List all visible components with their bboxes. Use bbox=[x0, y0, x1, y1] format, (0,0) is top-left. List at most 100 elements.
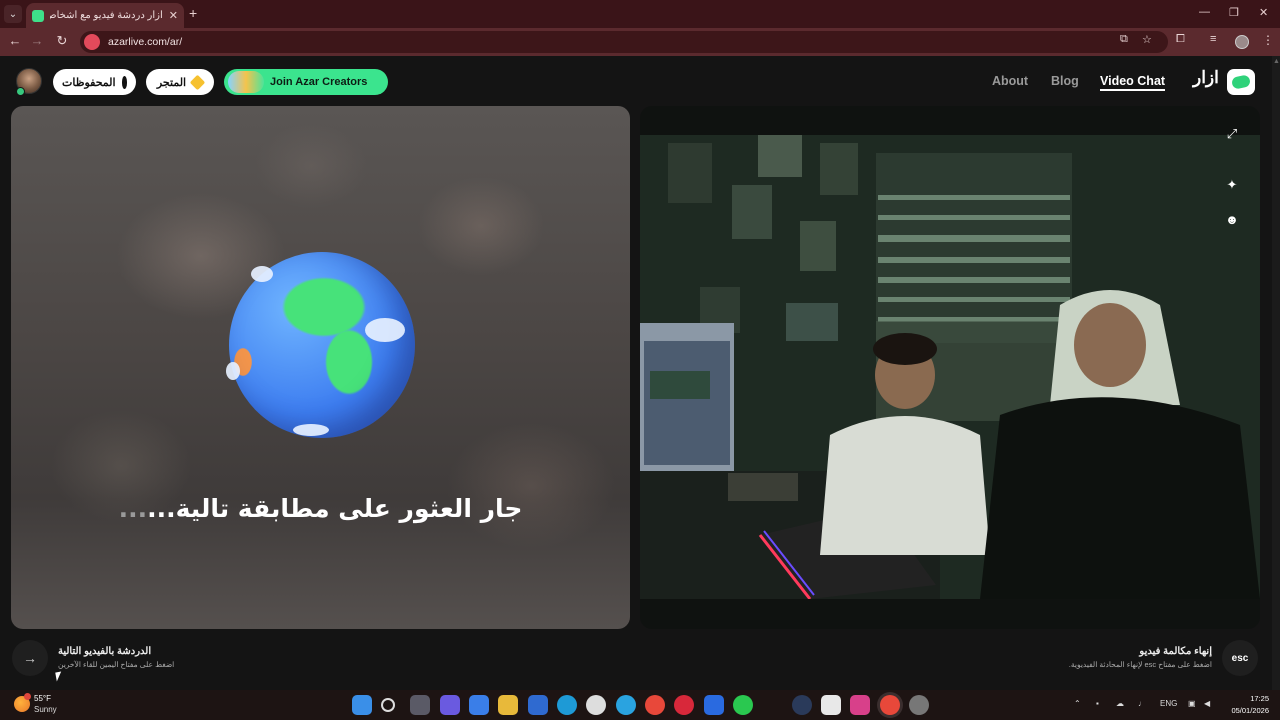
saved-label: المحفوظات bbox=[62, 76, 116, 89]
chrome-active-icon[interactable] bbox=[880, 695, 900, 715]
chrome-icon[interactable] bbox=[645, 695, 665, 715]
tab-title: أزار دردشة فيديو مع أشخاص bbox=[50, 10, 163, 21]
browser-tab-bar: ⌄ أزار دردشة فيديو مع أشخاص ✕ + — ❐ ✕ bbox=[0, 0, 1280, 28]
weather-condition[interactable]: Sunny bbox=[34, 705, 57, 714]
scroll-up-icon[interactable]: ▲ bbox=[1273, 58, 1280, 66]
start-icon[interactable] bbox=[352, 695, 372, 715]
teams-icon[interactable] bbox=[440, 695, 460, 715]
clock-time: 17:25 bbox=[1250, 694, 1269, 703]
self-video-panel: ⤢ ✦ ☻ bbox=[640, 106, 1260, 629]
chatgpt-icon[interactable] bbox=[586, 695, 606, 715]
add-app-icon[interactable] bbox=[821, 695, 841, 715]
effects-sparkle-icon[interactable]: ✦ bbox=[1224, 177, 1240, 193]
store-button[interactable]: المتجر bbox=[146, 69, 214, 95]
steam-icon[interactable] bbox=[792, 695, 812, 715]
window-close-icon[interactable]: ✕ bbox=[1259, 6, 1268, 19]
store-label: المتجر bbox=[156, 76, 187, 89]
cloud-icon bbox=[365, 318, 405, 342]
file-explorer-icon[interactable] bbox=[498, 695, 518, 715]
webcam-scene bbox=[640, 135, 1260, 599]
pinterest-icon[interactable] bbox=[674, 695, 694, 715]
matching-status-text: جار العثور على مطابقة تالية bbox=[175, 494, 523, 523]
edge-icon[interactable] bbox=[557, 695, 577, 715]
end-call-hint: إنهاء مكالمة فيديو اضغط على مفتاح esc لإ… bbox=[1052, 646, 1212, 669]
temperature[interactable]: 55°F bbox=[34, 694, 51, 703]
weather-alert-badge bbox=[24, 693, 31, 700]
windows-taskbar: 55°F Sunny ⌃ ▪ ☁ ♩ ENG ▣ ◀ 17:25 05/01/2… bbox=[0, 690, 1280, 720]
loading-dots-faded: ... bbox=[118, 494, 148, 523]
forward-icon[interactable]: → bbox=[28, 33, 46, 48]
join-creators-button[interactable]: Join Azar Creators bbox=[224, 69, 388, 95]
tab-search-icon[interactable]: ⌄ bbox=[4, 5, 22, 23]
back-icon[interactable]: ← bbox=[6, 33, 24, 48]
matching-panel: جار العثور على مطابقة تالية...... bbox=[11, 106, 630, 629]
search-icon[interactable] bbox=[381, 698, 395, 712]
arrow-right-icon: → bbox=[23, 650, 37, 666]
azar-favicon-icon bbox=[32, 9, 44, 22]
saved-button[interactable]: المحفوظات bbox=[53, 69, 136, 95]
bookmark-star-icon[interactable]: ☆ bbox=[1142, 33, 1152, 46]
install-app-icon[interactable]: ⧉ bbox=[1120, 33, 1128, 46]
volume-icon[interactable]: ◀ bbox=[1204, 699, 1210, 708]
dropbox-icon[interactable] bbox=[704, 695, 724, 715]
onedrive-icon[interactable]: ☁ bbox=[1116, 699, 1124, 708]
azar-logo-icon[interactable] bbox=[1227, 69, 1255, 95]
copilot-icon[interactable] bbox=[469, 695, 489, 715]
cloud-icon bbox=[251, 266, 273, 282]
face-filter-icon[interactable]: ☻ bbox=[1224, 212, 1240, 228]
nav-blog[interactable]: Blog bbox=[1051, 74, 1079, 88]
browser-toolbar: ← → ↻ azarlive.com/ar/ ⧉ ☆ ⧠ ≡ bbox=[0, 28, 1280, 56]
creators-emblem-icon bbox=[228, 71, 264, 93]
expand-icon[interactable]: ⤢ bbox=[1224, 126, 1240, 142]
tray-app-icon[interactable]: ▪ bbox=[1096, 699, 1099, 708]
cloud-icon bbox=[226, 362, 240, 380]
matching-status: جار العثور على مطابقة تالية...... bbox=[11, 494, 630, 523]
profile-avatar[interactable] bbox=[1235, 35, 1249, 49]
address-bar[interactable]: azarlive.com/ar/ bbox=[80, 31, 1168, 53]
restore-icon[interactable]: ❐ bbox=[1229, 6, 1239, 19]
creators-label: Join Azar Creators bbox=[270, 76, 368, 88]
nav-about[interactable]: About bbox=[992, 74, 1028, 88]
store-app-icon[interactable] bbox=[528, 695, 548, 715]
loading-dots: ... bbox=[147, 494, 176, 523]
nav-video-chat[interactable]: Video Chat bbox=[1100, 74, 1166, 91]
page-scrollbar[interactable]: ▲ bbox=[1272, 56, 1280, 690]
tray-chevron-icon[interactable]: ⌃ bbox=[1074, 699, 1081, 708]
gem-icon bbox=[189, 74, 206, 90]
browser-menu-icon[interactable]: ⋮ bbox=[1262, 33, 1274, 47]
next-chat-button[interactable]: → bbox=[12, 640, 48, 676]
reload-icon[interactable]: ↻ bbox=[53, 33, 71, 49]
chrome-profile-icon[interactable] bbox=[909, 695, 929, 715]
end-call-button[interactable]: esc bbox=[1222, 640, 1258, 676]
media-controls-icon[interactable]: ≡ bbox=[1210, 33, 1216, 45]
end-call-subtitle: اضغط على مفتاح esc لإنهاء المحادثة الفيد… bbox=[1068, 660, 1212, 669]
network-icon[interactable]: ▣ bbox=[1188, 699, 1196, 708]
extensions-icon[interactable]: ⧠ bbox=[1176, 33, 1185, 46]
url-text[interactable]: azarlive.com/ar/ bbox=[108, 36, 182, 48]
site-info-icon[interactable] bbox=[84, 34, 100, 50]
minimize-icon[interactable]: — bbox=[1199, 6, 1210, 18]
azar-page: ▲ المحفوظات المتجر Join Azar Creators Ab… bbox=[0, 56, 1280, 690]
end-call-title: إنهاء مكالمة فيديو bbox=[1139, 646, 1212, 657]
online-status-icon bbox=[16, 87, 25, 96]
language-indicator[interactable]: ENG bbox=[1160, 699, 1177, 708]
task-view-icon[interactable] bbox=[410, 695, 430, 715]
telegram-icon[interactable] bbox=[616, 695, 636, 715]
whatsapp-icon[interactable] bbox=[733, 695, 753, 715]
new-tab-icon[interactable]: + bbox=[189, 5, 197, 21]
clock-date: 05/01/2026 bbox=[1231, 706, 1269, 715]
history-clock-icon bbox=[121, 75, 130, 89]
webcam-video bbox=[640, 135, 1260, 599]
browser-tab[interactable]: أزار دردشة فيديو مع أشخاص ✕ bbox=[26, 3, 184, 28]
next-chat-subtitle: اضغط على مفتاح اليمين للقاء الآخرين bbox=[58, 660, 175, 669]
tab-close-icon[interactable]: ✕ bbox=[169, 9, 178, 22]
next-chat-hint: الدردشة بالفيديو التالية اضغط على مفتاح … bbox=[58, 646, 208, 669]
next-chat-title: الدردشة بالفيديو التالية bbox=[58, 646, 152, 657]
system-clock[interactable]: 17:25 05/01/2026 bbox=[1225, 693, 1269, 717]
instagram-icon[interactable] bbox=[850, 695, 870, 715]
microphone-icon[interactable]: ♩ bbox=[1138, 699, 1146, 708]
cloud-icon bbox=[293, 424, 329, 436]
mouse-cursor-icon bbox=[55, 671, 63, 682]
azar-logo-text[interactable]: ازار bbox=[1193, 68, 1219, 88]
esc-label: esc bbox=[1231, 652, 1249, 664]
